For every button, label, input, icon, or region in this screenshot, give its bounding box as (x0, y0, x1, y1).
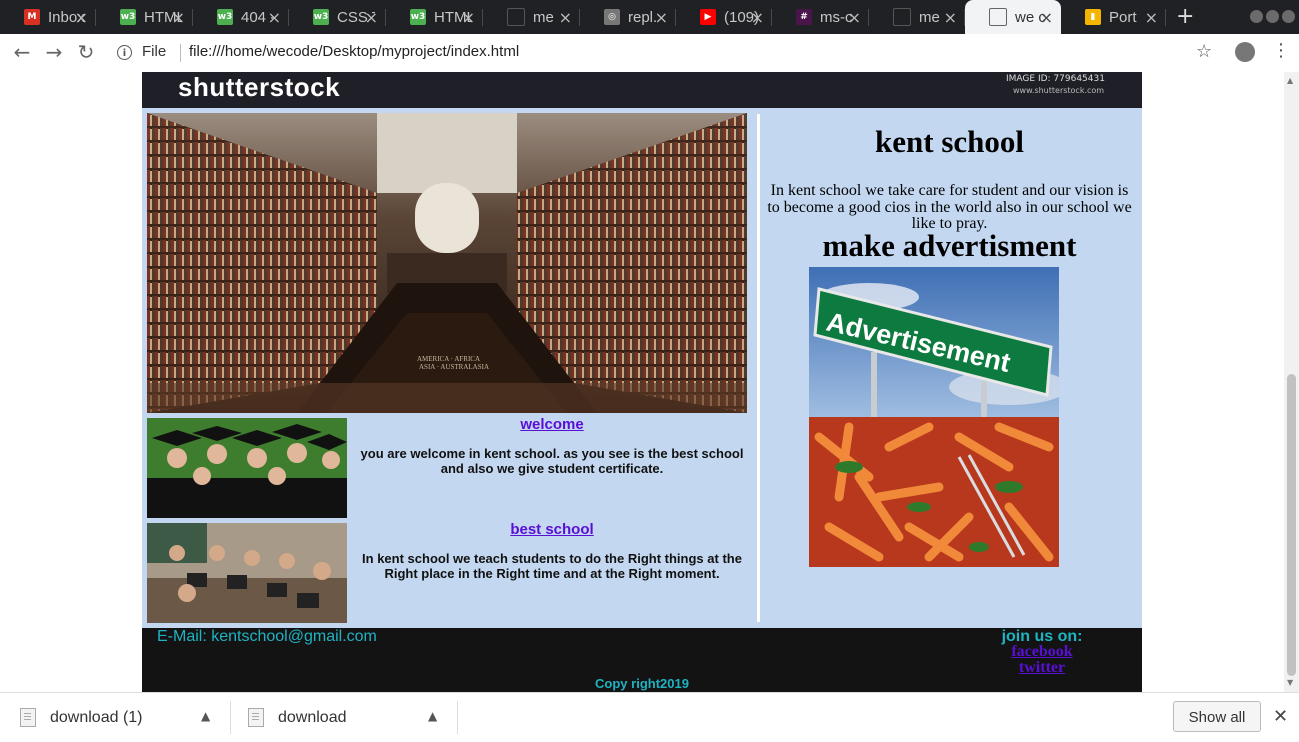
page-container: shutterstock IMAGE ID: 779645431 www.shu… (142, 72, 1142, 692)
tab-close-icon[interactable]: × (655, 8, 668, 27)
browser-tab[interactable]: w3 HTML × (96, 0, 193, 34)
close-icon[interactable]: ✕ (1273, 706, 1288, 727)
youtube-icon: ▶ (700, 9, 716, 25)
column-divider (757, 114, 760, 622)
tab-close-icon[interactable]: × (751, 8, 764, 27)
chevron-up-icon[interactable]: ▲ (428, 709, 437, 723)
download-filename: download (1) (50, 708, 143, 726)
library-photo: AMERICA · AFRICA ASIA · AUSTRALASIA (147, 113, 747, 413)
library-sign-text-2: ASIA · AUSTRALASIA (419, 363, 489, 371)
browser-tab[interactable]: we c × (965, 0, 1061, 34)
browser-tab[interactable]: w3 404 - × (193, 0, 289, 34)
main-content: AMERICA · AFRICA ASIA · AUSTRALASIA welc… (142, 108, 1142, 628)
browser-tab[interactable]: w3CSS T× (289, 0, 386, 34)
twitter-link[interactable]: twitter (972, 659, 1112, 677)
info-icon[interactable]: i (117, 45, 132, 60)
back-icon[interactable]: ← (10, 40, 34, 64)
w3schools-icon: w3 (217, 9, 233, 25)
browser-tab[interactable]: ▶ (109) × (676, 0, 772, 34)
tab-close-icon[interactable]: × (1145, 8, 1158, 27)
tab-close-icon[interactable]: × (559, 8, 572, 27)
tab-close-icon[interactable]: × (848, 8, 861, 27)
section-body-best-school: In kent school we teach students to do t… (362, 551, 742, 581)
shutterstock-banner: shutterstock IMAGE ID: 779645431 www.shu… (142, 72, 1142, 108)
download-separator (457, 701, 458, 734)
school-name-heading: kent school (875, 124, 1024, 159)
image-site-label: www.shutterstock.com (1013, 86, 1105, 95)
close-window-button[interactable] (1282, 10, 1295, 23)
tab-close-icon[interactable]: × (944, 8, 957, 27)
scheme-label[interactable]: File (142, 43, 166, 60)
tab-title: Port (1109, 8, 1137, 26)
profile-avatar[interactable] (1235, 42, 1255, 62)
tab-close-icon[interactable]: × (75, 8, 88, 27)
shutterstock-logo: shutterstock (178, 72, 341, 102)
forward-icon[interactable]: → (42, 40, 66, 64)
w3schools-icon: w3 (410, 9, 426, 25)
tab-close-icon[interactable]: × (365, 8, 378, 27)
section-title-best-school[interactable]: best school (352, 521, 752, 538)
classroom-photo (147, 523, 347, 623)
download-shelf: download (1) ▲ download ▲ Show all ✕ (0, 692, 1299, 742)
scroll-up-icon[interactable]: ▲ (1287, 76, 1293, 85)
browser-tab[interactable]: me × (869, 0, 965, 34)
browser-tab[interactable]: # ms-c × (772, 0, 869, 34)
page-scrollbar[interactable]: ▲ ▼ (1284, 72, 1299, 692)
page-icon (989, 8, 1007, 26)
chevron-up-icon[interactable]: ▲ (201, 709, 210, 723)
page-icon (507, 8, 525, 26)
url-separator (180, 44, 181, 62)
show-all-button[interactable]: Show all (1173, 701, 1261, 732)
menu-kebab-icon[interactable]: ⋮ (1272, 40, 1290, 61)
browser-tab[interactable]: ◎ repl. × (580, 0, 676, 34)
section-body-welcome: you are welcome in kent school. as you s… (360, 446, 744, 476)
download-filename: download (278, 708, 347, 726)
file-icon (248, 708, 264, 727)
new-tab-button[interactable]: + (1176, 4, 1194, 29)
maximize-button[interactable] (1266, 10, 1279, 23)
slack-icon: # (796, 9, 812, 25)
scroll-down-icon[interactable]: ▼ (1287, 678, 1293, 687)
about-paragraph: In kent school we take care for student … (767, 182, 1132, 232)
page-viewport: shutterstock IMAGE ID: 779645431 www.shu… (0, 72, 1284, 692)
section-title-welcome[interactable]: welcome (352, 416, 752, 433)
browser-toolbar: ← → ↻ i File file:///home/wecode/Desktop… (0, 34, 1299, 73)
advertisement-sign-image: Advertisement (809, 267, 1059, 417)
advertisement-heading: make advertisment (822, 228, 1077, 263)
browser-tab[interactable]: M Inbox × (0, 0, 96, 34)
browser-tab[interactable]: ▮ Port × (1061, 0, 1166, 34)
tab-strip: MInbox×w3HTML×w3404 -×w3CSS T×w3HTML×me×… (0, 0, 1299, 34)
w3schools-icon: w3 (313, 9, 329, 25)
download-item[interactable]: download (1) (0, 693, 230, 742)
contact-email: E-Mail: kentschool@gmail.com (157, 628, 377, 645)
reload-icon[interactable]: ↻ (74, 40, 98, 64)
tab-separator (1165, 9, 1166, 26)
tab-close-icon[interactable]: × (172, 8, 185, 27)
image-id-label: IMAGE ID: 779645431 (1006, 74, 1105, 84)
gmail-icon: M (24, 9, 40, 25)
download-item[interactable]: download (228, 693, 458, 742)
bookmark-star-icon[interactable]: ☆ (1196, 41, 1212, 62)
tab-close-icon[interactable]: × (268, 8, 281, 27)
browser-tab[interactable]: w3 HTML × (386, 0, 483, 34)
w3schools-icon: w3 (120, 9, 136, 25)
pasta-image (809, 417, 1059, 567)
chart-bar-icon: ▮ (1085, 9, 1101, 25)
tab-close-icon[interactable]: × (1040, 8, 1053, 27)
tab-close-icon[interactable]: × (462, 8, 475, 27)
scrollbar-thumb[interactable] (1287, 374, 1296, 676)
page-footer: E-Mail: kentschool@gmail.com join us on:… (142, 628, 1142, 692)
graduates-photo (147, 418, 347, 518)
file-icon (20, 708, 36, 727)
repl-icon: ◎ (604, 9, 620, 25)
library-sign-text: AMERICA · AFRICA (417, 355, 480, 363)
browser-tab[interactable]: me × (483, 0, 580, 34)
minimize-button[interactable] (1250, 10, 1263, 23)
copyright-text: Copy right2019 (595, 676, 689, 691)
page-icon (893, 8, 911, 26)
address-input[interactable]: file:///home/wecode/Desktop/myproject/in… (189, 43, 519, 60)
